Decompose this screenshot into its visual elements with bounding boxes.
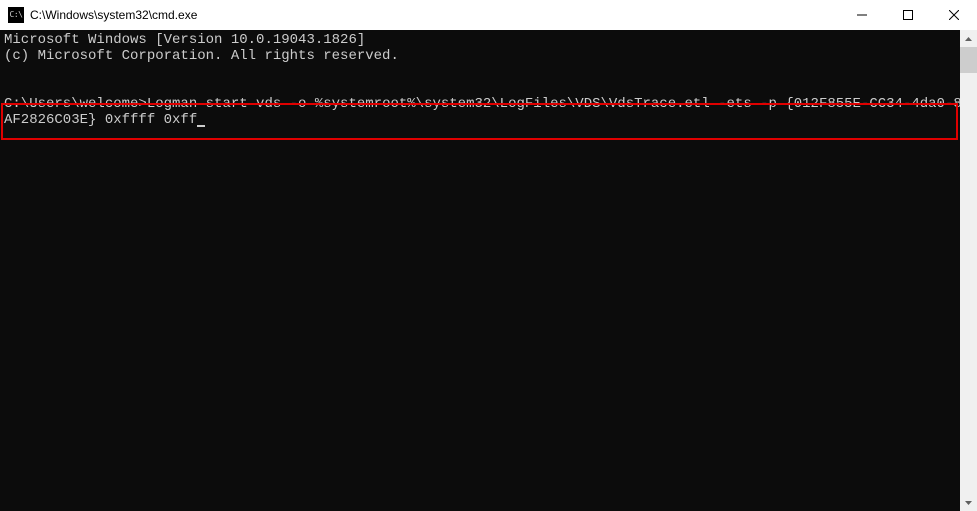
scroll-track[interactable]: [960, 47, 977, 494]
minimize-button[interactable]: [839, 0, 885, 30]
vertical-scrollbar[interactable]: [960, 30, 977, 511]
command-line-1: C:\Users\welcome>Logman start vds -o %sy…: [4, 96, 973, 112]
command-text-2: AF2826C03E} 0xffff 0xff: [4, 112, 197, 128]
titlebar[interactable]: C:\ C:\Windows\system32\cmd.exe: [0, 0, 977, 30]
cmd-window: C:\ C:\Windows\system32\cmd.exe Microsof…: [0, 0, 977, 511]
window-controls: [839, 0, 977, 30]
command-line-2: AF2826C03E} 0xffff 0xff: [4, 112, 973, 128]
blank-line: [4, 64, 973, 80]
scroll-down-arrow-icon[interactable]: [960, 494, 977, 511]
console-header-line1: Microsoft Windows [Version 10.0.19043.18…: [4, 32, 973, 48]
text-cursor: [197, 125, 205, 127]
console-area[interactable]: Microsoft Windows [Version 10.0.19043.18…: [0, 30, 977, 511]
window-title: C:\Windows\system32\cmd.exe: [30, 8, 839, 22]
command-text-1: Logman start vds -o %systemroot%\system3…: [147, 96, 977, 112]
scroll-thumb[interactable]: [960, 47, 977, 73]
scroll-up-arrow-icon[interactable]: [960, 30, 977, 47]
maximize-button[interactable]: [885, 0, 931, 30]
close-button[interactable]: [931, 0, 977, 30]
command-block: C:\Users\welcome>Logman start vds -o %sy…: [4, 96, 973, 128]
prompt-text: C:\Users\welcome>: [4, 96, 147, 112]
console-header-line2: (c) Microsoft Corporation. All rights re…: [4, 48, 973, 64]
cmd-icon: C:\: [8, 7, 24, 23]
